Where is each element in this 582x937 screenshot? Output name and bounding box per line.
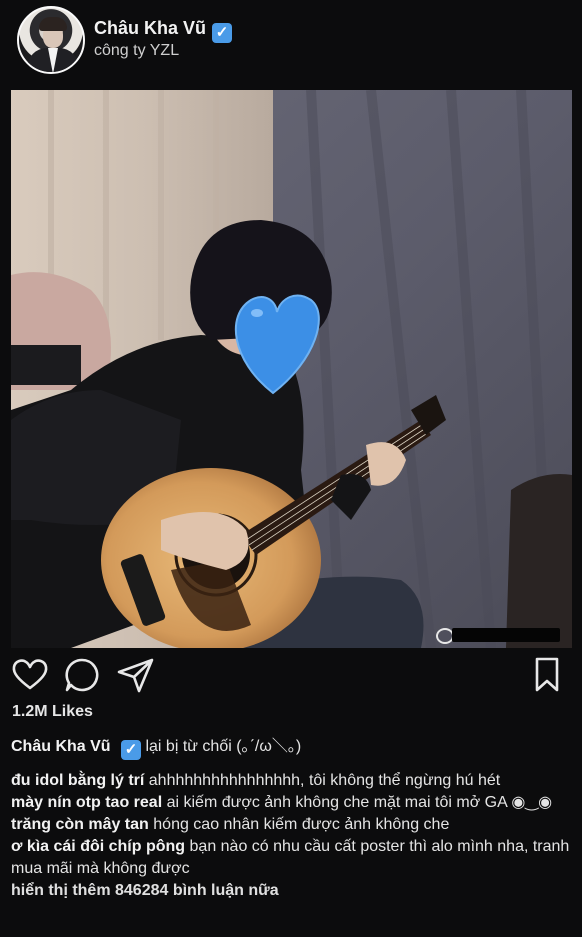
watermark-redaction: [452, 628, 560, 642]
verified-badge-icon: ✓: [212, 23, 233, 43]
post-header: Châu Kha Vũ ✓ công ty YZL: [0, 0, 582, 88]
verified-badge-icon: ✓: [121, 740, 142, 760]
comment-username[interactable]: ơ kìa cái đôi chíp pông: [11, 838, 185, 855]
comment-username[interactable]: trăng còn mây tan: [11, 816, 149, 833]
post-photo[interactable]: [11, 90, 572, 648]
caption-username[interactable]: Châu Kha Vũ: [11, 738, 111, 755]
comment-text: ahhhhhhhhhhhhhhhh, tôi không thể ngừng h…: [148, 772, 501, 789]
caption-text: lại bị từ chối (｡ˊ/ω＼｡): [145, 738, 302, 755]
guitar-photo-illustration: [11, 90, 572, 648]
comment-username[interactable]: mày nín otp tao real: [11, 794, 162, 811]
view-more-comments-link[interactable]: hiển thị thêm 846284 bình luận nữa: [11, 880, 571, 902]
post-location[interactable]: công ty YZL: [94, 42, 179, 60]
comment-username[interactable]: đu idol bằng lý trí: [11, 772, 144, 789]
post-caption: Châu Kha Vũ ✓ lại bị từ chối (｡ˊ/ω＼｡): [11, 736, 571, 760]
action-bar: [0, 655, 582, 699]
send-icon[interactable]: [115, 655, 155, 695]
bookmark-icon[interactable]: [528, 655, 568, 695]
comment-text: hóng cao nhân kiếm được ảnh không che: [153, 816, 450, 833]
username-text[interactable]: Châu Kha Vũ: [94, 18, 206, 38]
comment-item: mày nín otp tao real ai kiếm được ảnh kh…: [11, 792, 571, 814]
comment-text: ai kiếm được ảnh không che mặt mai tôi m…: [166, 794, 553, 811]
comment-item: đu idol bằng lý trí ahhhhhhhhhhhhhhhh, t…: [11, 770, 571, 792]
comment-item: ơ kìa cái đôi chíp pông bạn nào có nhu c…: [11, 836, 571, 880]
comments-section: Châu Kha Vũ ✓ lại bị từ chối (｡ˊ/ω＼｡) đu…: [11, 736, 571, 902]
comment-icon[interactable]: [62, 655, 102, 695]
like-count[interactable]: 1.2M Likes: [12, 703, 93, 721]
heart-icon[interactable]: [10, 655, 50, 695]
comment-item: trăng còn mây tan hóng cao nhân kiếm đượ…: [11, 814, 571, 836]
avatar[interactable]: [17, 6, 85, 74]
post-username[interactable]: Châu Kha Vũ ✓: [94, 18, 233, 43]
